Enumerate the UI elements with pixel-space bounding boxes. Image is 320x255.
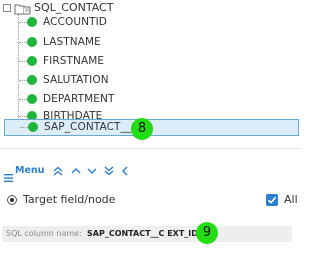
tree-item-label: SALUTATION xyxy=(43,74,109,86)
status-dot-icon xyxy=(27,37,37,47)
status-dot-icon xyxy=(27,94,37,104)
tree-item-salutation[interactable]: SALUTATION xyxy=(0,72,300,89)
tree-branch-line xyxy=(20,127,28,128)
tree-item-label: LASTNAME xyxy=(43,36,101,48)
sql-column-name-label: SQL column name: xyxy=(6,229,82,238)
callout-badge: 9 xyxy=(196,222,218,244)
divider xyxy=(0,148,300,149)
target-field-row: Target field/node All xyxy=(0,191,300,211)
tree-branch-line xyxy=(19,99,27,100)
sql-column-name-field[interactable]: SQL column name: SAP_CONTACT__C EXT_ID xyxy=(2,226,292,242)
tree-root-label[interactable]: SQL_CONTACT xyxy=(34,1,113,15)
target-field-radio[interactable] xyxy=(7,195,17,205)
status-dot-icon xyxy=(27,56,37,66)
all-checkbox-label: All xyxy=(284,193,298,206)
tree-item-label: FIRSTNAME xyxy=(43,55,105,67)
callout-badge: 8 xyxy=(131,118,153,140)
double-down-icon[interactable] xyxy=(103,165,115,177)
tree-item-label: DEPARTMENT xyxy=(43,93,115,105)
tree-branch-line xyxy=(19,22,27,23)
menu-button[interactable]: Menu xyxy=(15,165,44,177)
target-field-label: Target field/node xyxy=(23,193,116,206)
tree-item-label: SAP_CONTACT__C xyxy=(44,121,139,133)
collapse-left-icon[interactable] xyxy=(119,165,131,177)
sql-column-name-value: SAP_CONTACT__C EXT_ID xyxy=(87,229,198,238)
tree-branch-line xyxy=(19,42,27,43)
tree-branch-line xyxy=(19,61,27,62)
tree-item-firstname[interactable]: FIRSTNAME xyxy=(0,53,300,70)
tree-item-label: ACCOUNTID xyxy=(43,16,107,28)
tree-item-accountid[interactable]: ACCOUNTID xyxy=(0,14,300,31)
folder-icon xyxy=(14,1,32,15)
all-checkbox[interactable] xyxy=(266,194,278,206)
tree-item-lastname[interactable]: LASTNAME xyxy=(0,34,300,51)
tree-branch-line xyxy=(19,80,27,81)
tree-view: SQL_CONTACT ACCOUNTID LASTNAME FIRSTNAME… xyxy=(0,0,300,140)
collapse-toggle-icon[interactable] xyxy=(3,4,11,12)
up-icon[interactable] xyxy=(70,165,82,177)
status-dot-icon xyxy=(28,122,38,132)
tree-branch-line xyxy=(19,116,27,117)
down-icon[interactable] xyxy=(86,165,98,177)
tree-item-department[interactable]: DEPARTMENT xyxy=(0,91,300,108)
toolbar: Menu xyxy=(0,165,300,182)
double-up-icon[interactable] xyxy=(52,165,64,177)
menu-icon[interactable] xyxy=(4,167,13,182)
status-dot-icon xyxy=(27,75,37,85)
status-dot-icon xyxy=(27,17,37,27)
